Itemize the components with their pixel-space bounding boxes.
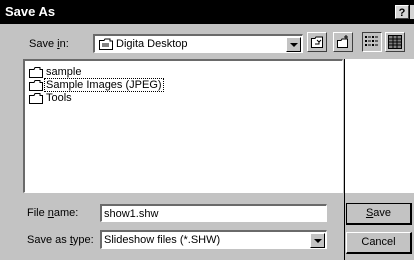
- folder-icon: [29, 93, 43, 104]
- save-in-label-post: n:: [59, 38, 69, 50]
- desktop-folder-icon: [99, 38, 113, 50]
- title-bar[interactable]: Save As ?: [0, 0, 414, 24]
- create-new-folder-button[interactable]: [333, 32, 353, 52]
- up-one-level-button[interactable]: [307, 32, 327, 52]
- details-view-button[interactable]: [385, 32, 405, 52]
- file-name-label-pre: File: [27, 207, 48, 219]
- save-in-label-pre: Save: [29, 38, 58, 50]
- help-button[interactable]: ?: [395, 5, 409, 19]
- file-list[interactable]: sample Sample Images (JPEG) Tools: [23, 59, 343, 193]
- dialog-title: Save As: [5, 4, 56, 19]
- save-in-value: Digita Desktop: [116, 38, 188, 50]
- list-view-icon: [365, 36, 378, 46]
- cancel-button[interactable]: Cancel: [346, 232, 412, 254]
- file-name-label: File name:: [27, 207, 78, 219]
- up-one-level-icon: [311, 36, 323, 48]
- file-name-label-post: ame:: [53, 207, 79, 219]
- file-name-value: show1.shw: [104, 208, 159, 220]
- save-button-label: ave: [373, 207, 392, 219]
- list-item-label: sample: [46, 66, 82, 78]
- divider-line: [344, 59, 345, 260]
- save-in-dropdown[interactable]: Digita Desktop: [93, 34, 303, 53]
- save-as-type-label-pre: Save as: [27, 234, 70, 246]
- list-view-button[interactable]: [362, 32, 382, 52]
- save-as-type-label-post: ype:: [72, 234, 94, 246]
- list-item-label: Tools: [46, 92, 72, 104]
- folder-icon: [29, 80, 43, 91]
- folder-icon: [29, 67, 43, 78]
- save-as-type-dropdown[interactable]: Slideshow files (*.SHW): [100, 230, 327, 249]
- list-item-label: Sample Images (JPEG): [44, 78, 164, 92]
- close-button-partial[interactable]: [410, 5, 414, 19]
- save-as-type-label: Save as type:: [27, 234, 94, 246]
- preview-panel: [344, 59, 414, 193]
- save-as-type-dropdown-arrow[interactable]: [310, 233, 325, 248]
- details-view-icon: [388, 35, 402, 49]
- save-as-type-value: Slideshow files (*.SHW): [104, 234, 221, 246]
- file-name-input[interactable]: show1.shw: [100, 204, 327, 222]
- save-as-dialog: Save As ? Save in: Digita Desktop sample…: [0, 0, 414, 260]
- save-button[interactable]: Save: [346, 203, 412, 225]
- save-in-label: Save in:: [29, 38, 69, 50]
- save-in-dropdown-arrow[interactable]: [286, 37, 301, 52]
- create-new-folder-icon: [337, 35, 348, 48]
